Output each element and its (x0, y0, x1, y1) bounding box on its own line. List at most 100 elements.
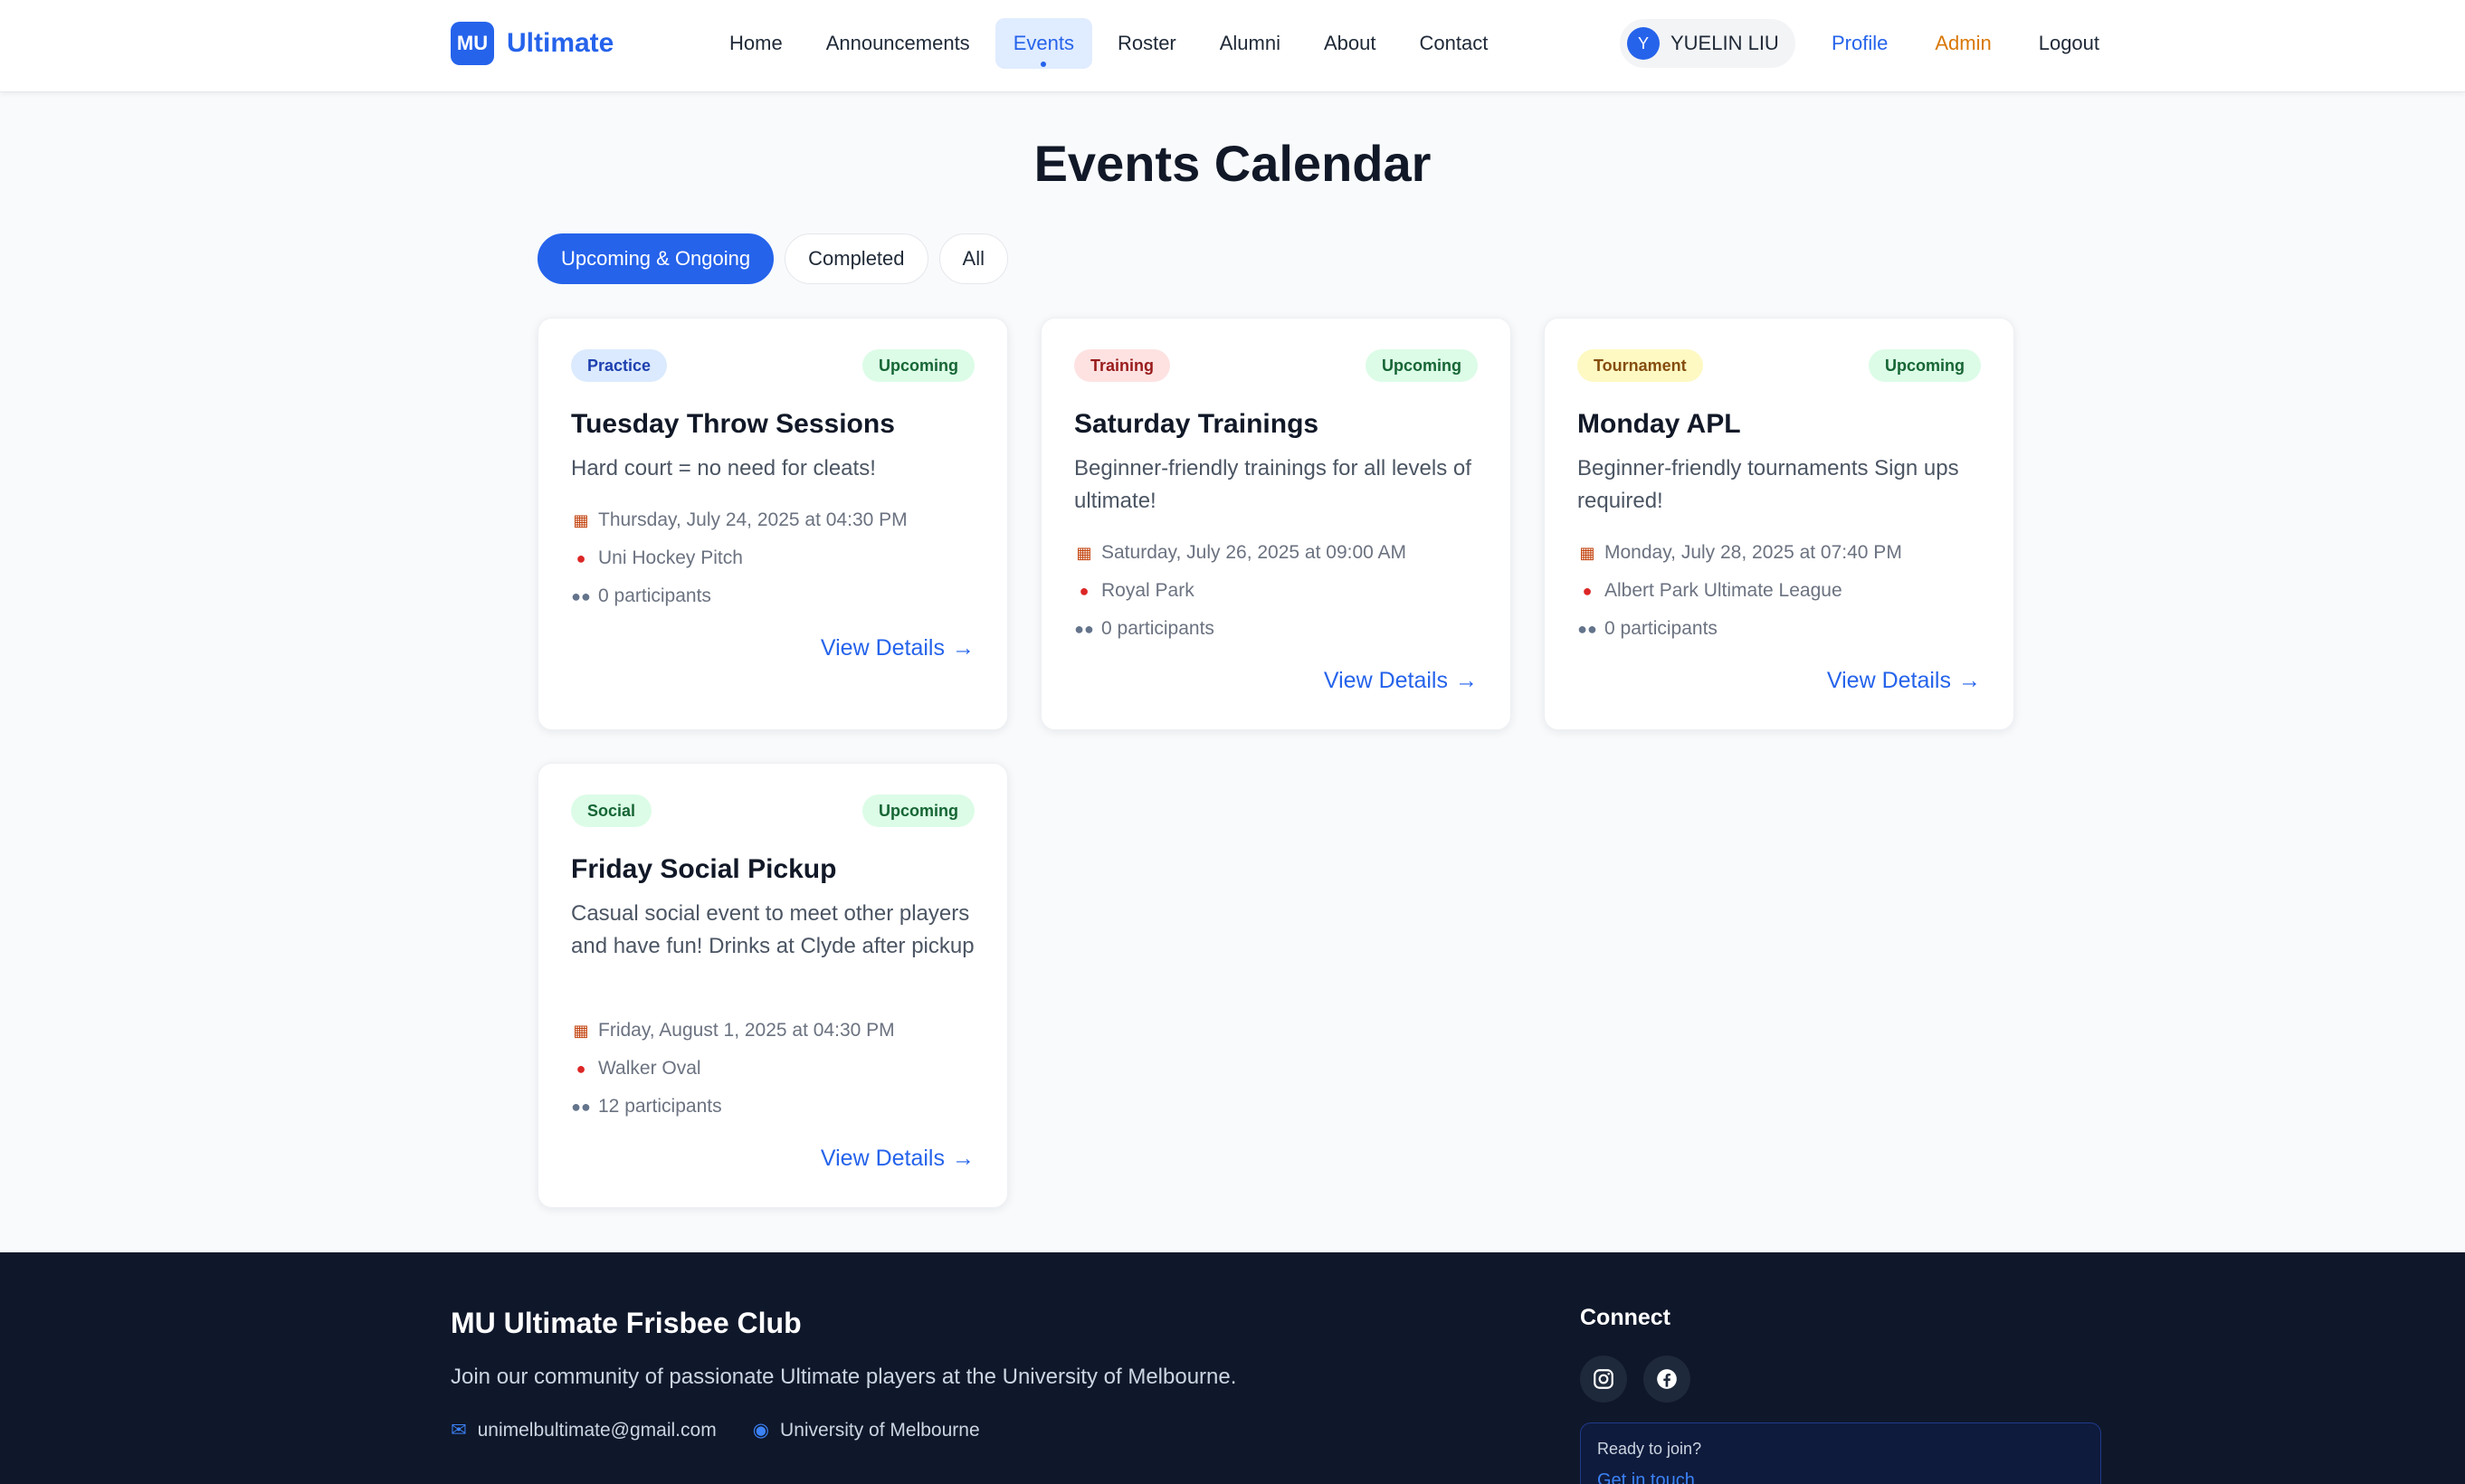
event-type-badge: Social (571, 794, 652, 827)
view-details-link[interactable]: View Details → (1827, 668, 1981, 694)
status-badge: Upcoming (1869, 349, 1981, 382)
people-icon: ●● (1074, 619, 1094, 638)
filter-completed-button[interactable]: Completed (785, 233, 928, 284)
event-date-text: Monday, July 28, 2025 at 07:40 PM (1604, 542, 1902, 563)
event-filters: Upcoming & Ongoing Completed All (538, 233, 1008, 284)
pin-icon: ◉ (752, 1420, 770, 1441)
people-icon: ●● (571, 1097, 591, 1116)
account-nav: Profile Admin Logout (1810, 18, 2121, 69)
footer-location-text: University of Melbourne (780, 1420, 980, 1441)
avatar: Y (1627, 27, 1660, 60)
event-location: ● Albert Park Ultimate League (1577, 580, 1842, 602)
calendar-icon: ▦ (1076, 543, 1092, 562)
event-description: Casual social event to meet other player… (571, 901, 975, 958)
join-card[interactable]: Ready to join? Get in touch (1580, 1422, 2101, 1484)
event-participants-text: 0 participants (1101, 618, 1214, 639)
event-card[interactable]: Training Upcoming Saturday Trainings Beg… (1041, 318, 1511, 730)
event-location-text: Walker Oval (598, 1058, 701, 1079)
event-card[interactable]: Tournament Upcoming Monday APL Beginner-… (1544, 318, 2014, 730)
filter-all-button[interactable]: All (938, 233, 1008, 284)
event-type-badge: Tournament (1577, 349, 1703, 382)
people-icon: ●● (1577, 619, 1597, 638)
pin-icon: ● (1079, 581, 1090, 600)
event-type-badge: Training (1074, 349, 1171, 382)
event-participants-text: 12 participants (598, 1096, 722, 1117)
facebook-icon[interactable] (1643, 1356, 1690, 1403)
user-menu[interactable]: Y YUELIN LIU (1620, 19, 1795, 68)
user-name: YUELIN LIU (1670, 32, 1779, 54)
arrow-right-icon: → (1455, 668, 1478, 693)
brand-badge: MU (451, 22, 494, 65)
event-participants: ●● 12 participants (571, 1096, 722, 1118)
event-date-text: Thursday, July 24, 2025 at 04:30 PM (598, 509, 908, 530)
view-details-link[interactable]: View Details → (821, 635, 975, 661)
pin-icon: ● (1582, 581, 1593, 600)
event-title: Monday APL (1577, 409, 1741, 439)
nav-roster[interactable]: Roster (1099, 18, 1194, 69)
get-in-touch-link[interactable]: Get in touch (1597, 1470, 1695, 1484)
event-participants-text: 0 participants (598, 585, 711, 606)
event-location-text: Uni Hockey Pitch (598, 547, 743, 568)
instagram-icon[interactable] (1580, 1356, 1627, 1403)
connect-title: Connect (1580, 1305, 1670, 1330)
view-details-link[interactable]: View Details → (821, 1146, 975, 1172)
pin-icon: ● (576, 548, 586, 567)
view-details-link[interactable]: View Details → (1324, 668, 1478, 694)
footer-contact: ✉ unimelbultimate@gmail.com ◉ University o… (451, 1419, 980, 1441)
event-location-text: Albert Park Ultimate League (1604, 580, 1842, 601)
main-nav: Home Announcements Events Roster Alumni … (711, 18, 1506, 69)
calendar-icon: ▦ (1579, 543, 1595, 562)
event-date-text: Saturday, July 26, 2025 at 09:00 AM (1101, 542, 1406, 563)
footer-location: ◉ University of Melbourne (753, 1419, 980, 1441)
footer-email-text: unimelbultimate@gmail.com (477, 1420, 717, 1441)
status-badge: Upcoming (862, 349, 975, 382)
event-participants: ●● 0 participants (571, 585, 711, 607)
event-card[interactable]: Practice Upcoming Tuesday Throw Sessions… (538, 318, 1008, 730)
event-date: ▦ Saturday, July 26, 2025 at 09:00 AM (1074, 542, 1406, 564)
arrow-right-icon: → (1958, 668, 1981, 693)
event-title: Tuesday Throw Sessions (571, 409, 895, 439)
event-participants: ●● 0 participants (1074, 618, 1214, 640)
nav-contact[interactable]: Contact (1402, 18, 1507, 69)
nav-profile[interactable]: Profile (1810, 18, 1909, 69)
nav-about[interactable]: About (1306, 18, 1394, 69)
filter-upcoming-button[interactable]: Upcoming & Ongoing (538, 233, 775, 284)
pin-icon: ● (576, 1059, 586, 1078)
people-icon: ●● (571, 586, 591, 605)
footer: MU Ultimate Frisbee Club Join our commun… (0, 1252, 2465, 1484)
view-details-label: View Details (820, 635, 945, 661)
view-details-label: View Details (1826, 668, 1951, 693)
page-title: Events Calendar (1033, 135, 1432, 192)
status-badge: Upcoming (1366, 349, 1478, 382)
nav-admin[interactable]: Admin (1913, 18, 2013, 69)
view-details-label: View Details (1323, 668, 1448, 693)
event-date: ▦ Monday, July 28, 2025 at 07:40 PM (1577, 542, 1902, 564)
event-description: Beginner-friendly trainings for all leve… (1074, 456, 1471, 513)
event-date: ▦ Friday, August 1, 2025 at 04:30 PM (571, 1020, 895, 1042)
nav-alumni[interactable]: Alumni (1202, 18, 1299, 69)
mail-icon: ✉ (451, 1420, 467, 1441)
event-type-badge: Practice (571, 349, 668, 382)
event-title: Saturday Trainings (1074, 409, 1319, 439)
status-badge: Upcoming (862, 794, 975, 827)
event-participants-text: 0 participants (1604, 618, 1718, 639)
join-label: Ready to join? (1597, 1440, 1702, 1458)
event-description: Hard court = no need for cleats! (571, 456, 876, 480)
event-card[interactable]: Social Upcoming Friday Social Pickup Cas… (538, 763, 1008, 1208)
event-title: Friday Social Pickup (571, 854, 837, 884)
top-navbar: MU Ultimate Home Announcements Events Ro… (0, 0, 2465, 92)
brand-name: Ultimate (507, 28, 614, 58)
nav-events[interactable]: Events (995, 18, 1092, 69)
nav-announcements[interactable]: Announcements (808, 18, 988, 69)
nav-logout[interactable]: Logout (2017, 18, 2121, 69)
view-details-label: View Details (820, 1146, 945, 1171)
event-date-text: Friday, August 1, 2025 at 04:30 PM (598, 1020, 895, 1041)
event-location-text: Royal Park (1101, 580, 1194, 601)
event-date: ▦ Thursday, July 24, 2025 at 04:30 PM (571, 509, 908, 531)
arrow-right-icon: → (952, 1146, 975, 1171)
footer-email[interactable]: ✉ unimelbultimate@gmail.com (451, 1419, 717, 1441)
brand-logo[interactable]: MU Ultimate (451, 22, 614, 65)
footer-description: Join our community of passionate Ultimat… (451, 1365, 1237, 1389)
nav-home[interactable]: Home (711, 18, 801, 69)
event-description: Beginner-friendly tournaments Sign ups r… (1577, 456, 1959, 513)
